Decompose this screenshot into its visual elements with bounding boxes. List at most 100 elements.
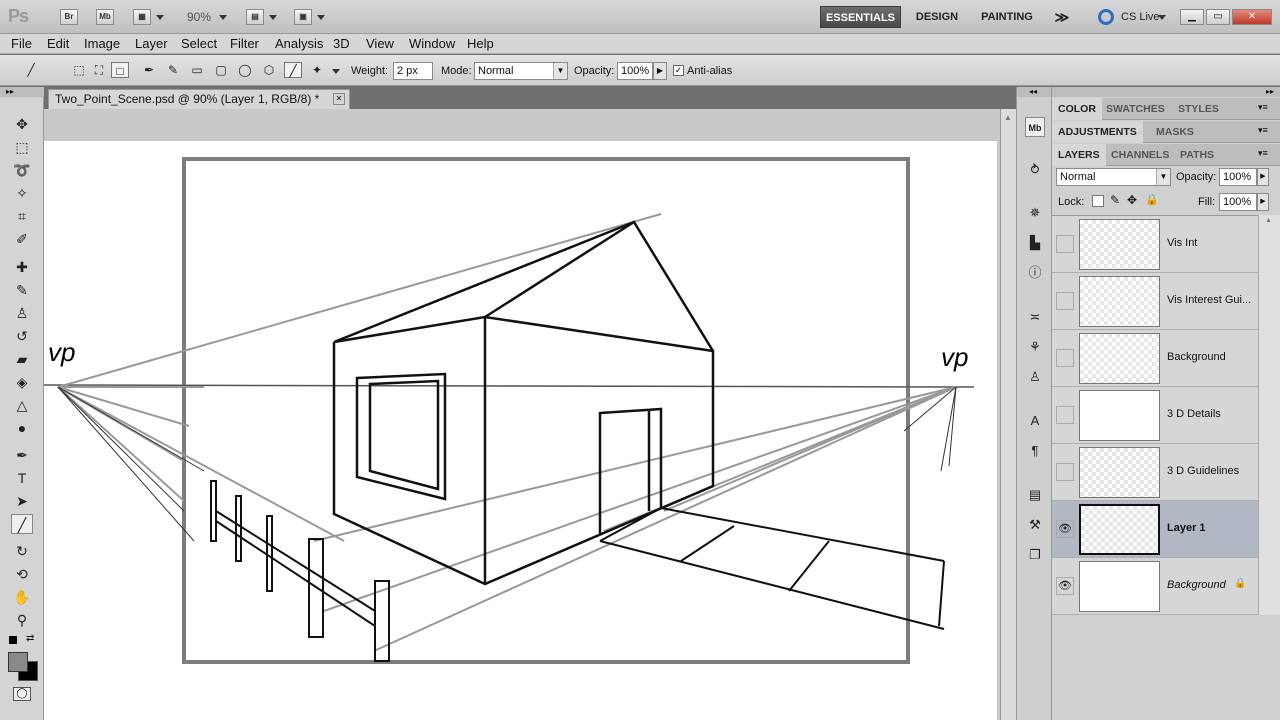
default-colors-icon[interactable] [9,636,17,644]
tab-styles[interactable]: STYLES [1172,98,1225,120]
foreground-color-swatch[interactable] [8,652,28,672]
crop-tool-icon[interactable]: ⌗ [11,206,33,226]
tab-masks[interactable]: MASKS [1150,121,1200,143]
chevron-down-icon[interactable] [219,15,227,20]
zoom-tool-icon[interactable]: ⚲ [11,610,33,630]
tab-color[interactable]: COLOR [1052,98,1102,120]
menu-select[interactable]: Select [181,36,217,51]
canvas-area[interactable]: vp vp [44,109,1000,720]
layers-scrollbar[interactable]: ▲ [1258,215,1280,615]
weight-input[interactable]: 2 px [393,62,433,80]
lock-position-icon[interactable]: ✥ [1127,193,1137,207]
tab-adjustments[interactable]: ADJUSTMENTS [1052,121,1143,143]
screen-mode-button[interactable]: ▣ [294,9,312,25]
clone-stamp-tool-icon[interactable]: ♙ [11,303,33,323]
panel-menu-icon[interactable]: ▾≡ [1258,148,1268,159]
menu-analysis[interactable]: Analysis [275,36,323,51]
visibility-toggle[interactable] [1056,235,1074,253]
visibility-toggle[interactable] [1056,463,1074,481]
menu-layer[interactable]: Layer [135,36,168,51]
marquee-tool-icon[interactable]: ⬚ [11,137,33,157]
layer-comps-icon[interactable]: ❐ [1025,545,1045,565]
character-icon[interactable]: A [1025,411,1045,431]
paragraph-icon[interactable]: ¶ [1025,441,1045,461]
brush-presets-icon[interactable]: ≍ [1025,307,1045,327]
opacity-slider-arrow-icon[interactable]: ▶ [653,62,667,80]
pen-icon[interactable]: ✒ [140,62,158,78]
layer-row[interactable]: Background [1052,330,1258,387]
chevron-down-icon[interactable]: ▼ [1156,169,1170,185]
eyedropper-tool-icon[interactable]: ✐ [11,229,33,249]
history-icon[interactable]: ⥁ [1025,160,1045,180]
workspace-design[interactable]: DESIGN [908,6,966,28]
close-window-button[interactable]: ✕ [1232,9,1272,25]
move-tool-icon[interactable]: ✥ [11,114,33,134]
line-tool-preset-icon[interactable]: ╱ [22,62,40,78]
navigator-icon[interactable]: ✵ [1025,203,1045,223]
eraser-tool-icon[interactable]: ▰ [11,349,33,369]
zoom-level[interactable]: 90% [187,10,211,24]
bridge-button[interactable]: Br [60,9,78,25]
clone-source-icon[interactable]: ♙ [1025,367,1045,387]
tab-layers[interactable]: LAYERS [1052,144,1106,166]
tool-presets-icon[interactable]: ⚒ [1025,515,1045,535]
cs-live-icon[interactable] [1098,9,1114,25]
collapse-arrows-icon[interactable]: ▸▸ [1052,87,1280,97]
visibility-toggle[interactable] [1056,292,1074,310]
quick-mask-icon[interactable]: ◯ [13,687,31,701]
opacity-slider-arrow-icon[interactable]: ▶ [1257,168,1269,186]
layer-row[interactable]: Vis Interest Gui... [1052,273,1258,330]
type-tool-icon[interactable]: T [11,468,33,488]
lasso-tool-icon[interactable]: ➰ [11,160,33,180]
menu-window[interactable]: Window [409,36,455,51]
mini-bridge-button[interactable]: Mb [96,9,114,25]
cs-live-label[interactable]: CS Live [1121,11,1160,23]
panel-menu-icon[interactable]: ▾≡ [1258,102,1268,113]
layer-row[interactable]: Vis Int [1052,216,1258,273]
blur-tool-icon[interactable]: △ [11,395,33,415]
fill-input[interactable]: 100% [1219,193,1257,211]
eye-icon[interactable]: 👁 [1056,520,1074,538]
workspace-painting[interactable]: PAINTING [972,6,1042,28]
menu-file[interactable]: File [11,36,32,51]
layer-row[interactable]: 👁 Background 🔒 [1052,558,1258,615]
arrange-documents-button[interactable]: ▤ [246,9,264,25]
scroll-up-icon[interactable]: ▲ [1265,217,1272,224]
view-extras-button[interactable]: ▦ [133,9,151,25]
quick-selection-tool-icon[interactable]: ✧ [11,183,33,203]
3d-rotate-tool-icon[interactable]: ↻ [11,541,33,561]
collapse-arrows-icon[interactable]: ◂◂ [1017,87,1051,97]
pen-tool-icon[interactable]: ✒ [11,445,33,465]
visibility-toggle[interactable] [1056,349,1074,367]
3d-orbit-tool-icon[interactable]: ⟲ [11,564,33,584]
brush-panel-icon[interactable]: ⚘ [1025,337,1045,357]
menu-image[interactable]: Image [84,36,120,51]
lock-pixels-icon[interactable]: ✎ [1110,193,1120,207]
mini-bridge-icon[interactable]: Mb [1025,117,1045,137]
chevron-down-icon[interactable] [1158,15,1166,20]
line-icon[interactable]: ╱ [284,62,302,78]
layer-row-selected[interactable]: 👁 Layer 1 [1052,501,1258,558]
close-document-icon[interactable]: ✕ [333,93,345,105]
maximize-button[interactable]: ▭ [1206,9,1230,25]
menu-view[interactable]: View [366,36,394,51]
notes-icon[interactable]: ▤ [1025,485,1045,505]
fill-pixels-icon[interactable]: □ [111,62,129,78]
path-selection-tool-icon[interactable]: ➤ [11,491,33,511]
scroll-up-icon[interactable]: ▲ [1004,113,1012,122]
vertical-scrollbar[interactable]: ▲ [1000,109,1016,720]
history-brush-tool-icon[interactable]: ↺ [11,326,33,346]
custom-shape-icon[interactable]: ✦ [308,62,326,78]
mode-select[interactable]: Normal ▼ [474,62,568,80]
visibility-toggle[interactable] [1056,406,1074,424]
document-tab[interactable]: Two_Point_Scene.psd @ 90% (Layer 1, RGB/… [48,89,350,109]
hand-tool-icon[interactable]: ✋ [11,587,33,607]
tab-channels[interactable]: CHANNELS [1105,144,1175,166]
eye-icon[interactable]: 👁 [1056,577,1074,595]
dodge-tool-icon[interactable]: ● [11,418,33,438]
swap-colors-icon[interactable]: ⇄ [26,633,34,644]
menu-edit[interactable]: Edit [47,36,69,51]
tab-swatches[interactable]: SWATCHES [1100,98,1171,120]
blend-mode-select[interactable]: Normal ▼ [1056,168,1171,186]
anti-alias-checkbox[interactable]: ✓ [673,65,684,76]
